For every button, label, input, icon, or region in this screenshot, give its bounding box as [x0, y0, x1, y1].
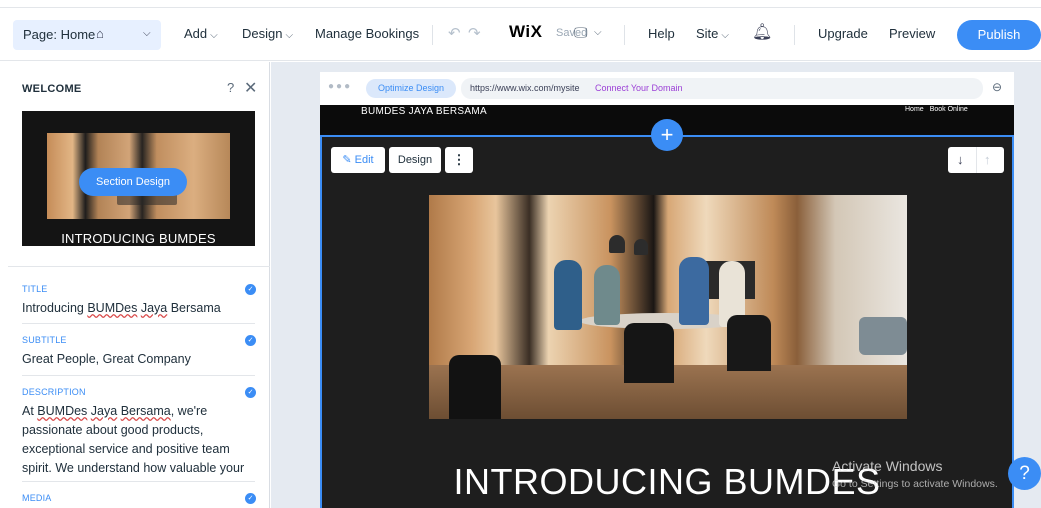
- description-field[interactable]: DESCRIPTION ✓ At BUMDes Jaya Bersama, we…: [22, 387, 256, 478]
- site-url: https://www.wix.com/mysite: [470, 83, 580, 93]
- title-value[interactable]: Introducing BUMDes Jaya Bersama: [22, 299, 256, 318]
- section-preview-thumbnail[interactable]: Section Design INTRODUCING BUMDES: [22, 111, 255, 246]
- site-name[interactable]: BUMDES JAYA BERSAMA: [361, 106, 487, 117]
- divider: [432, 25, 433, 45]
- bell-icon[interactable]: 🔔︎: [752, 22, 772, 42]
- divider: [22, 481, 255, 482]
- field-label: SUBTITLE: [22, 335, 67, 345]
- field-label: DESCRIPTION: [22, 387, 86, 397]
- subtitle-value[interactable]: Great People, Great Company: [22, 350, 256, 369]
- page-selector-label: Page: Home: [23, 27, 96, 42]
- chevron-down-icon: ⌵: [210, 30, 218, 41]
- chevron-down-icon: ⌵: [143, 28, 151, 39]
- home-icon: ⌂: [96, 26, 104, 41]
- site-menu[interactable]: Site ⌵: [696, 26, 729, 41]
- close-icon[interactable]: ✕: [244, 78, 257, 98]
- field-label: TITLE: [22, 284, 48, 294]
- site-preview[interactable]: BUMDES JAYA BERSAMA Home Book Online + ✎ …: [320, 105, 1014, 508]
- redo-icon[interactable]: ↷: [468, 24, 481, 42]
- add-menu-label: Add: [184, 26, 208, 41]
- add-menu[interactable]: Add ⌵: [184, 26, 218, 41]
- check-icon: ✓: [245, 335, 256, 346]
- title-field[interactable]: TITLE ✓ Introducing BUMDes Jaya Bersama: [22, 284, 256, 318]
- help-icon[interactable]: ?: [227, 80, 234, 95]
- browser-url-bar: ●●● Optimize Design https://www.wix.com/…: [320, 72, 1014, 105]
- check-icon: ✓: [245, 284, 256, 295]
- activate-windows-subtitle: Go to Settings to activate Windows.: [832, 478, 998, 490]
- preview-title: INTRODUCING BUMDES: [61, 231, 216, 246]
- edit-button-label: Edit: [354, 154, 374, 166]
- hero-image[interactable]: [429, 195, 907, 419]
- activate-windows-title: Activate Windows: [832, 458, 943, 474]
- design-menu[interactable]: Design ⌵: [242, 26, 293, 41]
- site-menu-label: Site: [696, 26, 719, 41]
- nav-home[interactable]: Home: [905, 106, 924, 113]
- section-design-button[interactable]: Section Design: [79, 168, 187, 196]
- edit-button[interactable]: ✎ Edit: [331, 147, 385, 173]
- check-icon: ✓: [245, 493, 256, 504]
- add-section-button[interactable]: +: [651, 119, 683, 151]
- move-down-icon[interactable]: ↓: [957, 152, 964, 167]
- editor-top-bar: Page: Home ⌂ ⌵ Add ⌵ Design ⌵ Manage Booki…: [0, 7, 1041, 61]
- media-field[interactable]: MEDIA ✓: [22, 493, 256, 504]
- move-section-controls: ↓ ↑: [948, 147, 1004, 173]
- help-menu[interactable]: Help: [648, 26, 675, 41]
- site-browser-frame: ●●● Optimize Design https://www.wix.com/…: [320, 72, 1014, 508]
- preview-button[interactable]: Preview: [889, 26, 935, 41]
- url-field: https://www.wix.com/mysite Connect Your …: [461, 78, 983, 99]
- nav-book-online[interactable]: Book Online: [930, 106, 968, 113]
- design-menu-label: Design: [242, 26, 283, 41]
- move-up-icon[interactable]: ↑: [984, 152, 991, 167]
- section-design-toolbar-button[interactable]: Design: [389, 147, 441, 173]
- divider: [794, 25, 795, 45]
- optimize-design-button[interactable]: Optimize Design: [366, 79, 456, 98]
- upgrade-link[interactable]: Upgrade: [818, 26, 868, 41]
- manage-bookings-menu[interactable]: Manage Bookings: [315, 26, 419, 41]
- zoom-icon[interactable]: ⊖: [992, 80, 1002, 94]
- subtitle-field[interactable]: SUBTITLE ✓ Great People, Great Company: [22, 335, 256, 369]
- undo-icon[interactable]: ↶: [448, 24, 461, 42]
- check-icon: ✓: [245, 387, 256, 398]
- help-bubble-button[interactable]: ?: [1008, 457, 1041, 490]
- editor-canvas[interactable]: ●●● Optimize Design https://www.wix.com/…: [271, 62, 1041, 508]
- window-dots-icon: ●●●: [328, 81, 353, 92]
- section-settings-panel: WELCOME ? ✕ Section Design INTRODUCING B…: [8, 62, 270, 508]
- description-value[interactable]: At BUMDes Jaya Bersama, we're passionate…: [22, 402, 256, 478]
- chevron-down-icon: ⌵: [285, 30, 294, 41]
- wix-logo: WiX: [509, 22, 543, 41]
- chevron-down-icon[interactable]: ⌵: [594, 27, 602, 38]
- field-label: MEDIA: [22, 493, 52, 503]
- more-actions-icon[interactable]: ⋮: [445, 147, 473, 173]
- divider: [22, 323, 255, 324]
- chevron-down-icon: ⌵: [721, 30, 729, 41]
- divider: [8, 266, 270, 267]
- hero-title-line-2[interactable]: JAYA BERSAMA: [320, 502, 1014, 508]
- page-selector[interactable]: Page: Home ⌂ ⌵: [13, 20, 161, 50]
- connect-domain-link[interactable]: Connect Your Domain: [595, 83, 683, 93]
- pencil-icon: ✎: [342, 154, 352, 166]
- divider: [22, 375, 255, 376]
- desktop-device-icon[interactable]: 🖵: [574, 24, 588, 41]
- site-nav[interactable]: Home Book Online: [905, 106, 974, 113]
- divider: [624, 25, 625, 45]
- panel-title: WELCOME: [22, 83, 82, 95]
- publish-button[interactable]: Publish: [957, 20, 1041, 50]
